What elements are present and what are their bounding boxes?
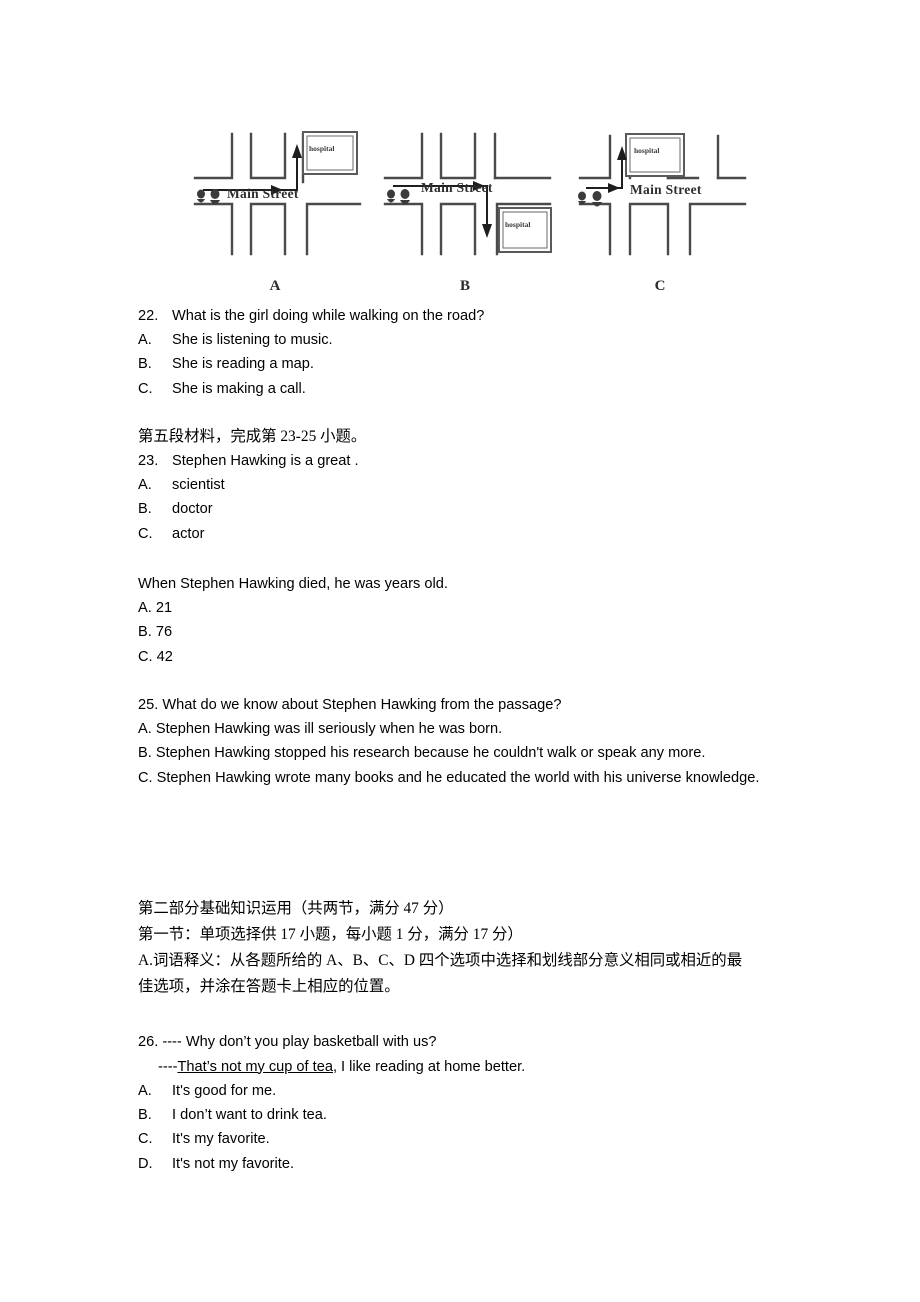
street-label-b: Main Street — [421, 180, 493, 195]
question-24-option-b[interactable]: B. 76 — [138, 620, 838, 644]
question-26-option-a[interactable]: A. It's good for me. — [138, 1079, 838, 1103]
question-24-option-c[interactable]: C. 42 — [138, 645, 838, 669]
option-label: A. — [138, 477, 152, 494]
question-26-option-d[interactable]: D. It's not my favorite. — [138, 1152, 838, 1176]
question-22-option-b[interactable]: B. She is reading a map. — [138, 352, 838, 376]
question-24-option-a[interactable]: A. 21 — [138, 596, 838, 620]
street-label-a: Main Street — [227, 186, 299, 201]
option-text: It's my favorite. — [172, 1131, 270, 1148]
hospital-box-a — [302, 131, 358, 175]
question-23-number: 23. — [138, 453, 159, 469]
underlined-idiom: That’s not my cup of tea — [177, 1058, 333, 1075]
hospital-box-c — [625, 133, 685, 177]
question-26-block: 26. ---- Why don’t you play basketball w… — [138, 1030, 838, 1176]
pedestrian-icons-a — [197, 189, 220, 205]
question-22-option-a[interactable]: A. She is listening to music. — [138, 328, 838, 352]
hospital-label-a: hospital — [309, 144, 335, 153]
option-label: A. — [138, 332, 152, 349]
option-label: B. — [138, 356, 152, 373]
hospital-label-c: hospital — [634, 146, 660, 155]
question-23-text: Stephen Hawking is a great . — [172, 453, 359, 469]
street-map-figure-group: Main Street hospital A Main Street hospi… — [150, 120, 790, 295]
section-five-heading: 第五段材料，完成第 23-25 小题。 — [138, 428, 367, 445]
option-label: D. — [138, 1155, 153, 1172]
option-text: doctor — [172, 501, 213, 518]
part-two-title: 第二部分基础知识运用（共两节，满分 47 分） — [138, 900, 454, 917]
question-26-option-c[interactable]: C. It's my favorite. — [138, 1127, 838, 1151]
street-label-c: Main Street — [630, 182, 702, 197]
question-26-stem-line-1: 26. ---- Why don’t you play basketball w… — [138, 1034, 437, 1050]
question-24-block: When Stephen Hawking died, he was years … — [138, 572, 838, 669]
street-map-diagram-a: Main Street hospital A — [185, 120, 365, 295]
option-text: She is reading a map. — [172, 356, 314, 373]
question-23-option-c[interactable]: C. actor — [138, 522, 838, 546]
question-23-stem: 23. Stephen Hawking is a great . — [138, 449, 838, 473]
section-five-heading-block: 第五段材料，完成第 23-25 小题。 — [138, 424, 788, 450]
document-page: Main Street hospital A Main Street hospi… — [0, 0, 920, 1302]
part-two-heading-block: 第二部分基础知识运用（共两节，满分 47 分） 第一节：单项选择供 17 小题，… — [138, 896, 788, 1000]
question-25-option-a[interactable]: A. Stephen Hawking was ill seriously whe… — [138, 717, 838, 741]
question-22-stem: 22. What is the girl doing while walking… — [138, 304, 838, 328]
option-text: actor — [172, 525, 205, 542]
question-22-number: 22. — [138, 308, 159, 324]
option-label: A. — [138, 1083, 152, 1099]
figure-letter-a: A — [269, 278, 281, 294]
option-label: C. — [138, 1131, 153, 1148]
question-23-option-b[interactable]: B. doctor — [138, 497, 838, 521]
question-23-option-a[interactable]: A. scientist — [138, 473, 838, 497]
option-text: She is listening to music. — [172, 332, 333, 349]
question-25-block: 25. What do we know about Stephen Hawkin… — [138, 693, 838, 790]
hospital-box-b — [498, 207, 552, 253]
option-text: She is making a call. — [172, 380, 306, 397]
option-text: scientist — [172, 477, 225, 494]
street-map-diagram-b: Main Street hospital B — [375, 120, 555, 295]
map-svg-b — [383, 132, 552, 256]
dialogue-dash-prefix: ---- — [158, 1058, 178, 1075]
part-two-section-one: 第一节：单项选择供 17 小题，每小题 1 分，满分 17 分） — [138, 926, 523, 943]
question-26-option-b[interactable]: B. I don’t want to drink tea. — [138, 1103, 838, 1127]
question-22-block: 22. What is the girl doing while walking… — [138, 304, 838, 401]
figure-letter-c: C — [654, 278, 666, 294]
question-23-block: 23. Stephen Hawking is a great . A. scie… — [138, 449, 838, 546]
question-22-text: What is the girl doing while walking on … — [172, 308, 485, 324]
figure-letter-b: B — [459, 278, 470, 294]
question-22-option-c[interactable]: C. She is making a call. — [138, 377, 838, 401]
question-25-stem: 25. What do we know about Stephen Hawkin… — [138, 697, 562, 713]
street-map-diagram-c: Main Street hospital C — [570, 120, 750, 295]
pedestrian-icons-b — [387, 189, 410, 205]
stem-suffix: , I like reading at home better. — [332, 1058, 526, 1075]
option-label: C. — [138, 525, 153, 542]
option-text: I don’t want to drink tea. — [172, 1107, 327, 1124]
part-two-instruction-line-2: 佳选项，并涂在答题卡上相应的位置。 — [138, 978, 400, 995]
option-label: C. — [138, 380, 153, 397]
question-24-stem: When Stephen Hawking died, he was years … — [138, 576, 448, 592]
map-svg-c — [578, 133, 747, 256]
option-label: B. — [138, 1107, 152, 1124]
part-two-instruction-line-1: A.词语释义：从各题所给的 A、B、C、D 四个选项中选择和划线部分意义相同或相… — [138, 952, 743, 969]
option-text: It's good for me. — [172, 1083, 277, 1099]
question-26-stem-line-2: ----That’s not my cup of tea, I like rea… — [138, 1055, 838, 1080]
question-25-option-c[interactable]: C. Stephen Hawking wrote many books and … — [138, 766, 838, 790]
question-25-option-b[interactable]: B. Stephen Hawking stopped his research … — [138, 741, 838, 765]
option-text: It's not my favorite. — [172, 1155, 295, 1172]
option-label: B. — [138, 501, 152, 518]
hospital-label-b: hospital — [505, 220, 531, 229]
